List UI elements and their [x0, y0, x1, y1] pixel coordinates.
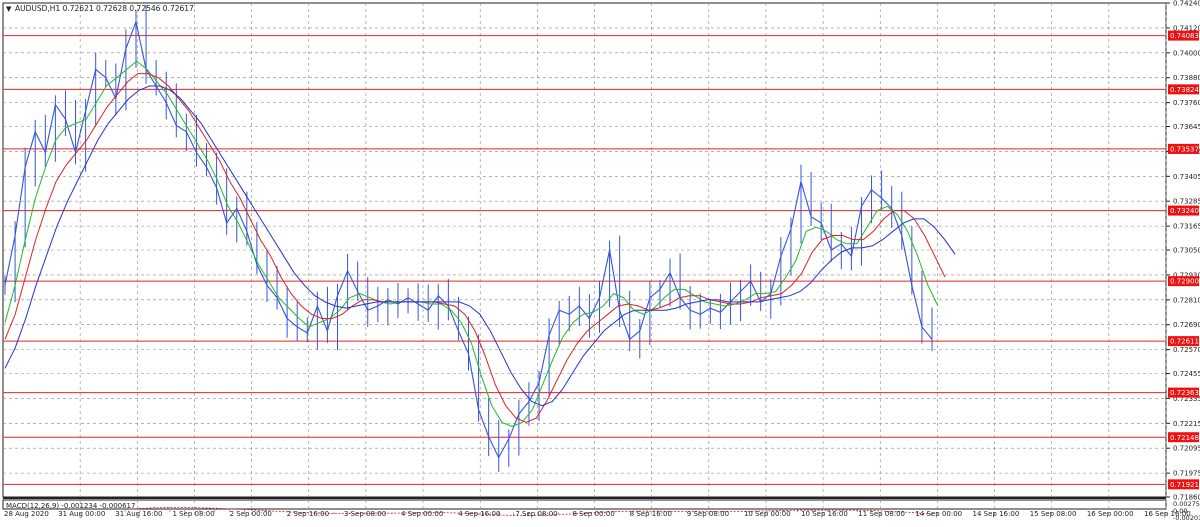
x-tick-label: 10 Sep 16:00 [801, 510, 848, 518]
x-tick-label: 9 Sep 08:00 [687, 510, 729, 518]
level-tag-label: 0.72148 [1170, 434, 1199, 442]
x-tick-label: 8 Sep 16:00 [630, 510, 672, 518]
x-tick-label: 14 Sep 16:00 [973, 510, 1020, 518]
x-tick-label: 2 Sep 16:00 [287, 510, 329, 518]
chart-menu-arrow-icon[interactable]: ▼ [6, 5, 12, 13]
x-tick-label: 16 Sep 16:00 [1144, 510, 1191, 518]
y-tick-label: 0.74240 [1173, 0, 1200, 8]
y-tick-label: 0.71860 [1173, 494, 1200, 502]
y-tick-label: 0.72095 [1173, 445, 1200, 453]
x-tick-label: 8 Sep 00:00 [573, 510, 615, 518]
y-tick-label: 0.72570 [1173, 346, 1200, 354]
x-tick-label: 4 Sep 00:00 [401, 510, 443, 518]
x-tick-label: 10 Sep 00:00 [744, 510, 791, 518]
chart-title: AUDUSD,H1 0.72621 0.72628 0.72546 0.7261… [15, 4, 194, 13]
y-tick-label: 0.73880 [1173, 74, 1200, 82]
y-tick-label: 0.73645 [1173, 123, 1200, 131]
x-tick-label: 15 Sep 08:00 [1030, 510, 1077, 518]
x-tick-label: 7 Sep 08:00 [515, 510, 557, 518]
x-tick-label: 2 Sep 00:00 [230, 510, 272, 518]
level-tag-label: 0.73240 [1170, 207, 1199, 215]
y-tick-label: 0.72690 [1173, 321, 1200, 329]
chart-header: ▼ AUDUSD,H1 0.72621 0.72628 0.72546 0.72… [6, 4, 194, 13]
x-tick-label: 31 Aug 16:00 [115, 510, 162, 518]
y-tick-label: 0.73405 [1173, 173, 1200, 181]
x-tick-label: 16 Sep 00:00 [1087, 510, 1134, 518]
x-tick-label: 31 Aug 00:00 [58, 510, 105, 518]
y-tick-label: 0.73285 [1173, 198, 1200, 206]
x-tick-label: 28 Aug 2020 [4, 510, 49, 518]
macd-label: MACD(12,26,9) -0.001234 -0.000617 [6, 502, 135, 510]
trading-chart[interactable]: 0.0027510.00-0.002037 0.742400.741200.74… [0, 0, 1200, 523]
chart-canvas[interactable]: 0.0027510.00-0.002037 0.742400.741200.74… [0, 0, 1200, 523]
x-tick-label: 14 Sep 00:00 [915, 510, 962, 518]
y-tick-label: 0.73165 [1173, 223, 1200, 231]
x-tick-label: 11 Sep 08:00 [858, 510, 905, 518]
y-tick-label: 0.71975 [1173, 470, 1200, 478]
x-tick-label: 3 Sep 08:00 [344, 510, 386, 518]
y-tick-label: 0.73760 [1173, 99, 1200, 107]
level-tag-label: 0.71921 [1170, 481, 1199, 489]
level-tag-label: 0.72900 [1170, 278, 1199, 286]
level-tag-label: 0.72363 [1170, 389, 1199, 397]
x-tick-label: 1 Sep 08:00 [172, 510, 214, 518]
time-axis[interactable]: 28 Aug 2020 31 Aug 00:00 31 Aug 16:00 1 Sep… [4, 510, 1191, 518]
level-tag-label: 0.73537 [1170, 146, 1199, 154]
price-axis[interactable]: 0.742400.741200.740000.738800.737600.736… [1166, 0, 1200, 502]
y-tick-label: 0.74000 [1173, 49, 1200, 57]
level-tag-label: 0.72611 [1170, 338, 1199, 346]
level-tag-label: 0.74083 [1170, 32, 1199, 40]
y-tick-label: 0.72455 [1173, 370, 1200, 378]
y-tick-label: 0.72215 [1173, 420, 1200, 428]
level-tag-label: 0.73824 [1170, 86, 1199, 94]
y-tick-label: 0.72810 [1173, 296, 1200, 304]
y-tick-label: 0.73050 [1173, 247, 1200, 255]
x-tick-label: 4 Sep 16:00 [458, 510, 500, 518]
